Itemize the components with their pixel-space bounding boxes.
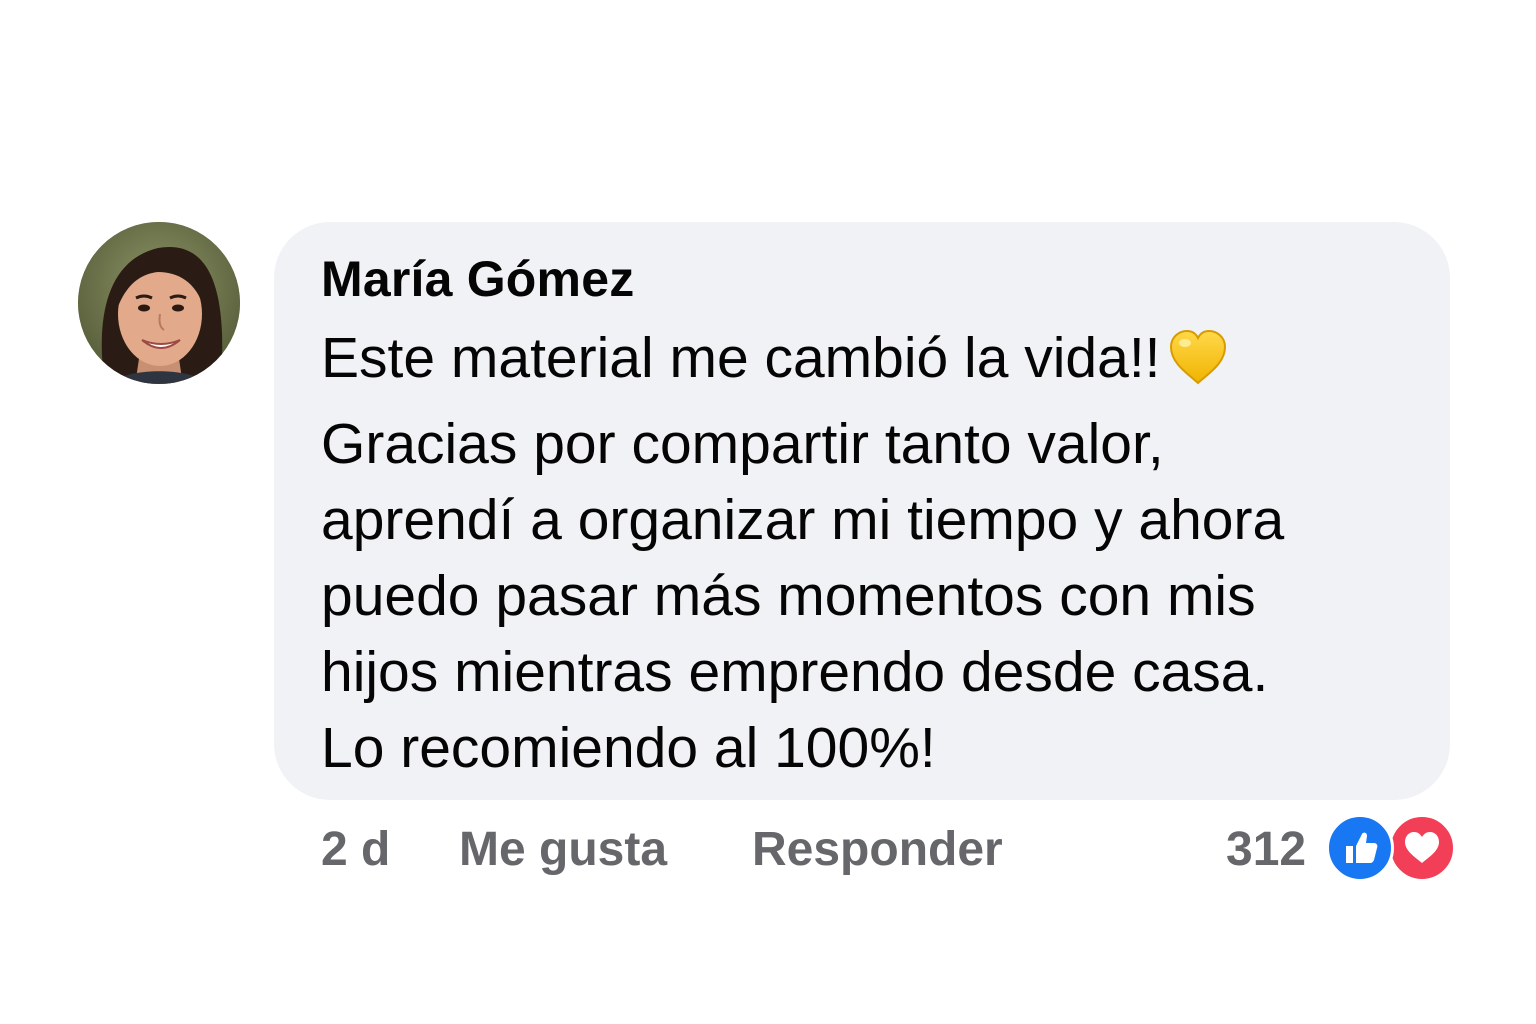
comment-line: Lo recomiendo al 100%! bbox=[321, 716, 936, 780]
avatar-photo bbox=[78, 222, 240, 384]
comment-bubble: María Gómez Este material me cambió la v… bbox=[274, 222, 1450, 800]
comment-line-text: Este material me cambió la vida!! bbox=[321, 326, 1161, 390]
reaction-count[interactable]: 312 bbox=[1226, 822, 1306, 877]
author-name[interactable]: María Gómez bbox=[321, 248, 1404, 310]
yellow-heart-icon bbox=[1167, 329, 1229, 406]
comment-line: hijos mientras emprendo desde casa. bbox=[321, 640, 1269, 704]
comment-line: puedo pasar más momentos con mis bbox=[321, 564, 1256, 628]
reply-button[interactable]: Responder bbox=[752, 822, 1003, 877]
like-icon bbox=[1326, 814, 1394, 882]
avatar[interactable] bbox=[78, 222, 240, 384]
comment-text: Este material me cambió la vida!! Gracia… bbox=[321, 320, 1404, 786]
love-icon bbox=[1388, 814, 1456, 882]
comment-line: aprendí a organizar mi tiempo y ahora bbox=[321, 488, 1285, 552]
comment-line: Gracias por compartir tanto valor, bbox=[321, 412, 1164, 476]
comment-actions: 2 d Me gusta Responder 312 bbox=[0, 822, 1536, 882]
like-button[interactable]: Me gusta bbox=[459, 822, 667, 877]
comment-view: María Gómez Este material me cambió la v… bbox=[0, 0, 1536, 1024]
timestamp[interactable]: 2 d bbox=[321, 822, 390, 877]
reactions[interactable] bbox=[1326, 814, 1456, 882]
comment-line: Este material me cambió la vida!! bbox=[321, 320, 1404, 406]
